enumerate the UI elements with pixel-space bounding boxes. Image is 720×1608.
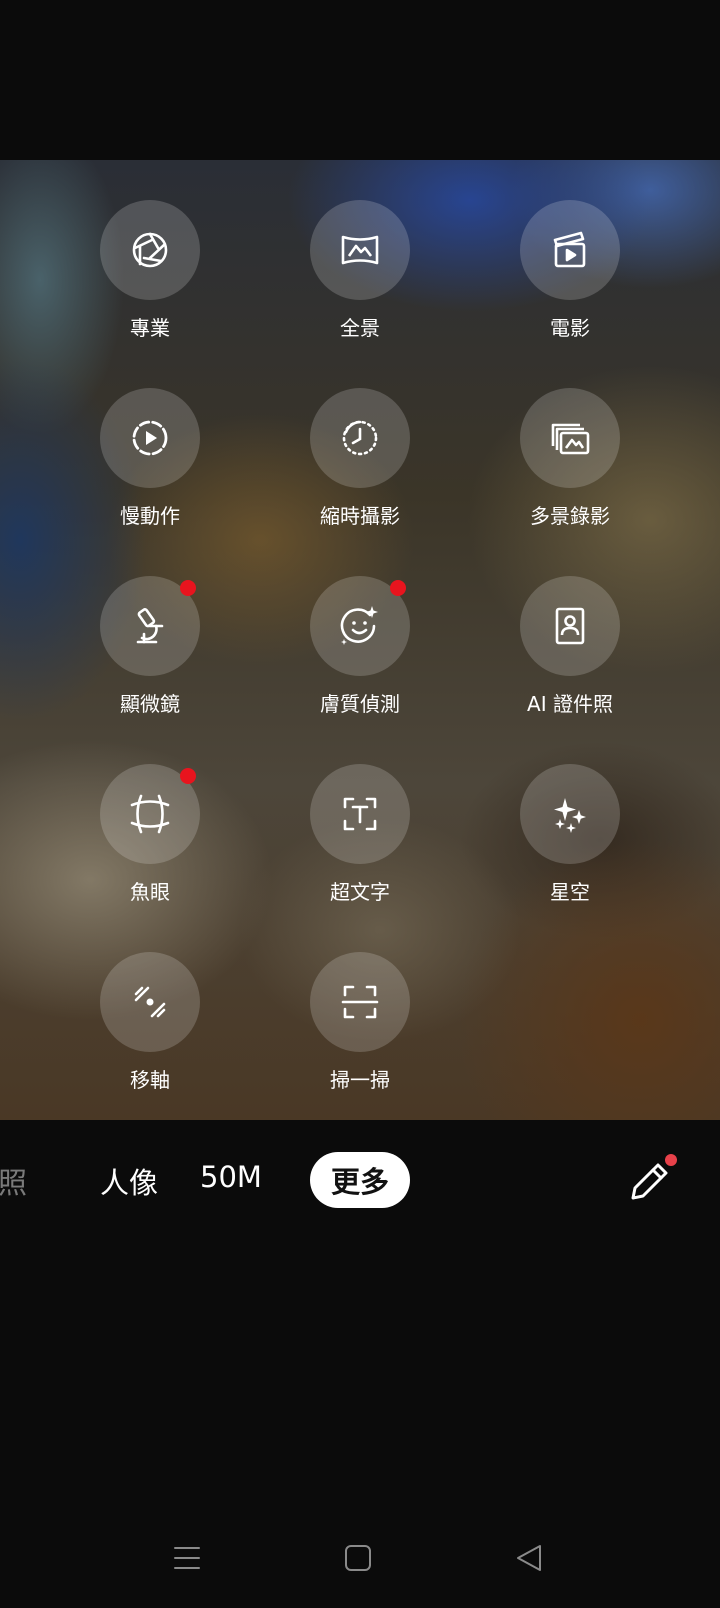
multi-scene-video-icon <box>551 423 590 455</box>
home-button[interactable] <box>338 1538 378 1578</box>
mode-label: AI 證件照 <box>527 692 613 716</box>
mode-panorama[interactable]: 全景 <box>265 200 455 350</box>
mode-fisheye-button[interactable] <box>100 764 200 864</box>
mode-label: 星空 <box>550 880 590 904</box>
face-sparkle-icon <box>340 606 378 645</box>
mode-scan[interactable]: 掃一掃 <box>265 952 455 1102</box>
mode-microscope[interactable]: 顯微鏡 <box>55 576 245 726</box>
mode-tab-portrait[interactable]: 人像 <box>100 1160 158 1202</box>
mode-label: 移軸 <box>130 1068 170 1092</box>
home-icon <box>345 1545 371 1571</box>
new-badge <box>180 768 196 784</box>
panorama-icon <box>341 235 379 265</box>
mode-super-text-button[interactable] <box>310 764 410 864</box>
microscope-icon <box>136 608 164 644</box>
id-photo-icon <box>555 607 585 645</box>
mode-starry-sky[interactable]: 星空 <box>475 764 665 914</box>
navigation-bar <box>0 1530 720 1600</box>
mode-ai-id-photo-button[interactable] <box>520 576 620 676</box>
mode-multi-scene[interactable]: 多景錄影 <box>475 388 665 538</box>
mode-tilt-shift-button[interactable] <box>100 952 200 1052</box>
scan-icon <box>341 985 379 1019</box>
mode-time-lapse[interactable]: 縮時攝影 <box>265 388 455 538</box>
mode-pro-button[interactable] <box>100 200 200 300</box>
new-badge <box>665 1154 677 1166</box>
mode-tab-more[interactable]: 更多 <box>310 1152 410 1208</box>
mode-label: 顯微鏡 <box>120 692 180 716</box>
new-badge <box>390 580 406 596</box>
mode-label: 專業 <box>130 316 170 340</box>
mode-panorama-button[interactable] <box>310 200 410 300</box>
recent-apps-button[interactable] <box>167 1538 207 1578</box>
camera-screen: 專業 全景 電影 慢動作 縮時攝影 多景錄影 顯微鏡 膚質偵測 AI 證件照 魚… <box>0 0 720 1608</box>
mode-label: 魚眼 <box>130 880 170 904</box>
top-bar <box>0 0 720 160</box>
mode-label: 多景錄影 <box>530 504 610 528</box>
back-button[interactable] <box>510 1538 550 1578</box>
mode-label: 膚質偵測 <box>320 692 400 716</box>
mode-label: 電影 <box>550 316 590 340</box>
mode-label: 超文字 <box>330 880 390 904</box>
mode-skin-detection[interactable]: 膚質偵測 <box>265 576 455 726</box>
mode-movie[interactable]: 電影 <box>475 200 665 350</box>
aperture-icon <box>132 232 168 268</box>
starry-sky-icon <box>554 798 586 833</box>
mode-ai-id-photo[interactable]: AI 證件照 <box>475 576 665 726</box>
mode-label: 掃一掃 <box>330 1068 390 1092</box>
mode-label: 全景 <box>340 316 380 340</box>
mode-tab-50m[interactable]: 50M <box>200 1160 262 1194</box>
text-scan-icon <box>343 797 377 831</box>
mode-pro[interactable]: 專業 <box>55 200 245 350</box>
mode-label: 縮時攝影 <box>320 504 400 528</box>
menu-icon <box>174 1547 200 1569</box>
mode-microscope-button[interactable] <box>100 576 200 676</box>
time-lapse-icon <box>342 420 378 456</box>
mode-starry-sky-button[interactable] <box>520 764 620 864</box>
mode-label: 慢動作 <box>120 504 180 528</box>
mode-fisheye[interactable]: 魚眼 <box>55 764 245 914</box>
mode-scan-button[interactable] <box>310 952 410 1052</box>
mode-switcher-bar: 照 人像 50M 更多 <box>0 1120 720 1240</box>
mode-tilt-shift[interactable]: 移軸 <box>55 952 245 1102</box>
mode-skin-detection-button[interactable] <box>310 576 410 676</box>
fisheye-icon <box>130 794 170 834</box>
mode-time-lapse-button[interactable] <box>310 388 410 488</box>
new-badge <box>180 580 196 596</box>
mode-super-text[interactable]: 超文字 <box>265 764 455 914</box>
clapperboard-icon <box>553 231 586 268</box>
tilt-shift-icon <box>134 986 166 1018</box>
viewfinder: 專業 全景 電影 慢動作 縮時攝影 多景錄影 顯微鏡 膚質偵測 AI 證件照 魚… <box>0 160 720 1120</box>
mode-multi-scene-button[interactable] <box>520 388 620 488</box>
slow-motion-icon <box>132 420 168 456</box>
back-icon <box>517 1545 541 1571</box>
mode-slow-motion-button[interactable] <box>100 388 200 488</box>
mode-slow-motion[interactable]: 慢動作 <box>55 388 245 538</box>
edit-modes-button[interactable] <box>625 1154 677 1206</box>
mode-movie-button[interactable] <box>520 200 620 300</box>
mode-tab-photo[interactable]: 照 <box>0 1160 27 1202</box>
